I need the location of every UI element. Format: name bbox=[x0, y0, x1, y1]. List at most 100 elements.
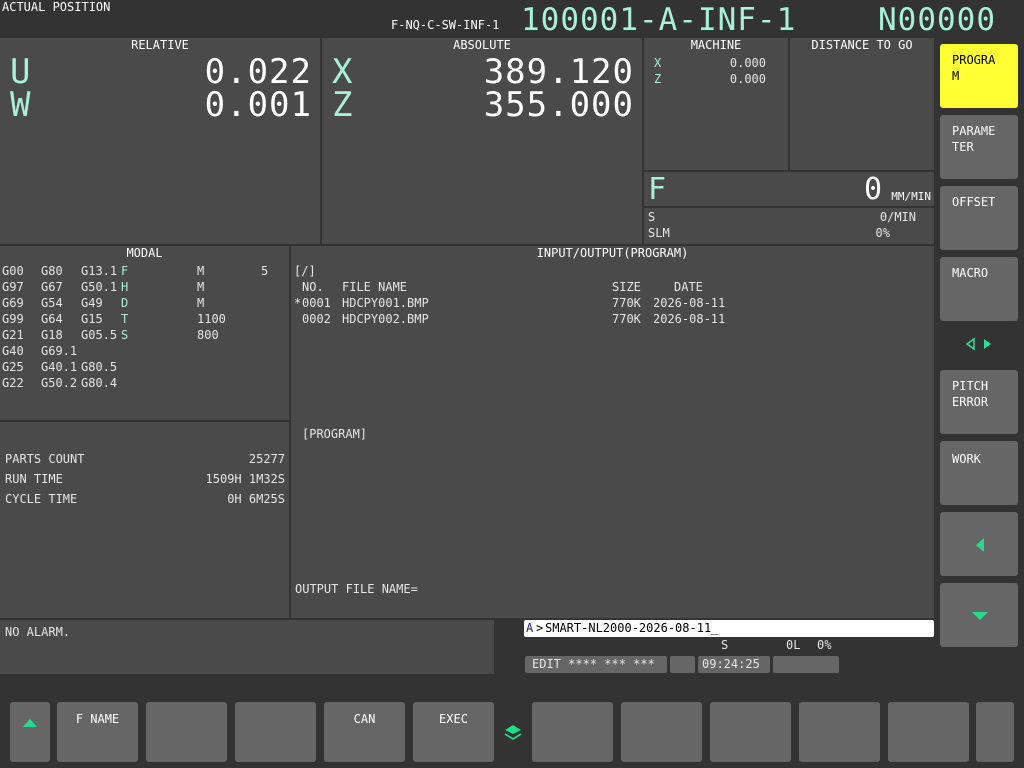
modal-letter-value: 1100 bbox=[197, 312, 226, 326]
modal-letter: D bbox=[121, 296, 129, 310]
softkey-blank-1[interactable] bbox=[146, 702, 227, 762]
modal-letter-value: M bbox=[197, 280, 205, 294]
softkey-can[interactable]: CAN bbox=[324, 702, 405, 762]
softkey-f-name[interactable]: F NAME bbox=[57, 702, 138, 762]
file-name: HDCPY001.BMP bbox=[342, 296, 429, 310]
softkey-parameter[interactable]: PARAME TER bbox=[940, 115, 1018, 179]
modal-g-group-2: G18 bbox=[41, 328, 63, 342]
modal-letter: F bbox=[121, 264, 129, 278]
output-file-name-label: OUTPUT FILE NAME= bbox=[295, 582, 418, 596]
modal-letter: H bbox=[121, 280, 129, 294]
softkey-blank-8[interactable] bbox=[976, 702, 1014, 762]
spindle-slm-value: 0% bbox=[875, 226, 890, 240]
spindle-slm-label: SLM bbox=[648, 226, 670, 240]
softkey-pitch-error-label: PITCH ERROR bbox=[952, 378, 988, 410]
softkey-blank-5[interactable] bbox=[710, 702, 791, 762]
program-file-name: F-NQ-C-SW-INF-1 bbox=[391, 18, 500, 32]
relative-axis-w: W bbox=[10, 85, 31, 125]
softkey-offset[interactable]: OFFSET bbox=[940, 186, 1018, 250]
modal-g-group-3: G80.4 bbox=[81, 376, 118, 390]
softkey-label-line: M bbox=[952, 69, 960, 83]
softkey-blank-6[interactable] bbox=[799, 702, 880, 762]
layer-switch-icon[interactable] bbox=[503, 724, 523, 742]
feed-label: F bbox=[648, 172, 667, 207]
status-percent: 0% bbox=[817, 638, 832, 652]
modal-g-group-2: G50.2 bbox=[41, 376, 78, 390]
modal-g-group-1: G69 bbox=[2, 296, 24, 310]
relative-panel: RELATIVE U 0.022 W 0.001 bbox=[0, 38, 320, 244]
feed-value: 0 bbox=[863, 172, 882, 207]
up-arrow-icon bbox=[23, 719, 37, 727]
file-date: 2026-08-11 bbox=[653, 312, 726, 326]
softkey-program-label: PROGRA M bbox=[952, 52, 995, 84]
softkey-return-up[interactable] bbox=[10, 702, 50, 762]
softkey-prev-left[interactable] bbox=[940, 512, 1018, 576]
modal-g-group-1: G25 bbox=[2, 360, 24, 374]
softkey-blank-7[interactable] bbox=[888, 702, 969, 762]
softkey-label-line: PROGRA bbox=[952, 53, 996, 67]
softkey-exec[interactable]: EXEC bbox=[413, 702, 494, 762]
softkey-next-down[interactable] bbox=[940, 583, 1018, 647]
counters-panel: PARTS COUNT 25277 RUN TIME 1509H 1M32S C… bbox=[0, 422, 289, 618]
file-size: 770K bbox=[612, 312, 641, 326]
machine-axis-z: Z bbox=[654, 72, 662, 86]
file-name: HDCPY002.BMP bbox=[342, 312, 429, 326]
absolute-header: ABSOLUTE bbox=[453, 38, 511, 52]
modal-letter-value: 800 bbox=[197, 328, 219, 342]
io-path: [/] bbox=[294, 264, 316, 278]
cycle-time-label: CYCLE TIME bbox=[5, 492, 78, 506]
modal-g-group-2: G54 bbox=[41, 296, 63, 310]
softkey-pitch-error[interactable]: PITCH ERROR bbox=[940, 370, 1018, 434]
softkey-program[interactable]: PROGRA M bbox=[940, 44, 1018, 108]
col-date-header: DATE bbox=[674, 280, 703, 294]
file-number: 0002 bbox=[302, 312, 331, 326]
modal-g-group-2: G69.1 bbox=[41, 344, 78, 358]
distance-to-go-header: DISTANCE TO GO bbox=[811, 38, 913, 52]
input-prompt: > bbox=[536, 621, 544, 635]
softkey-blank-2[interactable] bbox=[235, 702, 316, 762]
machine-value-z: 0.000 bbox=[729, 72, 766, 86]
modal-letter-value: M bbox=[197, 264, 205, 278]
modal-g-group-3: G05.5 bbox=[81, 328, 118, 342]
absolute-value-z: 355.000 bbox=[483, 85, 634, 125]
modal-g-group-3: G13.1 bbox=[81, 264, 118, 278]
io-panel: INPUT/OUTPUT(PROGRAM) [/] NO. FILE NAME … bbox=[291, 246, 934, 618]
parts-count-value: 25277 bbox=[248, 452, 285, 466]
clock-time: 09:24:25 bbox=[702, 657, 760, 671]
softkey-label-line: PARAME bbox=[952, 124, 996, 138]
cycle-time-value: 0H 6M25S bbox=[227, 492, 285, 506]
softkey-parameter-label: PARAME TER bbox=[952, 123, 995, 155]
col-size-header: SIZE bbox=[612, 280, 641, 294]
modal-g-group-3: G80.5 bbox=[81, 360, 118, 374]
machine-panel: MACHINE X 0.000 Z 0.000 bbox=[644, 38, 788, 170]
status-spindle-label: S bbox=[721, 638, 729, 652]
machine-header: MACHINE bbox=[690, 38, 742, 52]
mode-text: EDIT **** *** *** bbox=[532, 657, 655, 671]
softkey-blank-4[interactable] bbox=[621, 702, 702, 762]
status-load: 0L bbox=[786, 638, 801, 652]
io-header: INPUT/OUTPUT(PROGRAM) bbox=[536, 246, 689, 260]
program-section-label: [PROGRAM] bbox=[302, 427, 368, 441]
modal-g-group-1: G97 bbox=[2, 280, 24, 294]
spindle-s-label: S bbox=[648, 210, 656, 224]
softkey-blank-3[interactable] bbox=[532, 702, 613, 762]
key-input-line[interactable]: A > SMART-NL2000-2026-08-11_ bbox=[524, 620, 934, 637]
modal-letter: T bbox=[121, 312, 129, 326]
page-toggle-icon[interactable] bbox=[964, 336, 994, 352]
spindle-s-value: 0/MIN bbox=[879, 210, 916, 224]
modal-g-group-2: G67 bbox=[41, 280, 63, 294]
status-blank bbox=[670, 656, 695, 673]
modal-g-group-3: G50.1 bbox=[81, 280, 118, 294]
clock: 09:24:25 bbox=[698, 656, 770, 673]
softkey-work[interactable]: WORK bbox=[940, 441, 1018, 505]
modal-g-group-2: G40.1 bbox=[41, 360, 78, 374]
status-blank-2 bbox=[773, 656, 839, 673]
machine-axis-x: X bbox=[654, 56, 662, 70]
softkey-label-line: ERROR bbox=[952, 395, 989, 409]
parts-count-label: PARTS COUNT bbox=[5, 452, 85, 466]
softkey-macro[interactable]: MACRO bbox=[940, 257, 1018, 321]
distance-to-go-panel: DISTANCE TO GO bbox=[790, 38, 934, 170]
mode-status: EDIT **** *** *** bbox=[525, 656, 667, 673]
absolute-axis-z: Z bbox=[332, 85, 353, 125]
softkey-offset-label: OFFSET bbox=[952, 195, 996, 209]
